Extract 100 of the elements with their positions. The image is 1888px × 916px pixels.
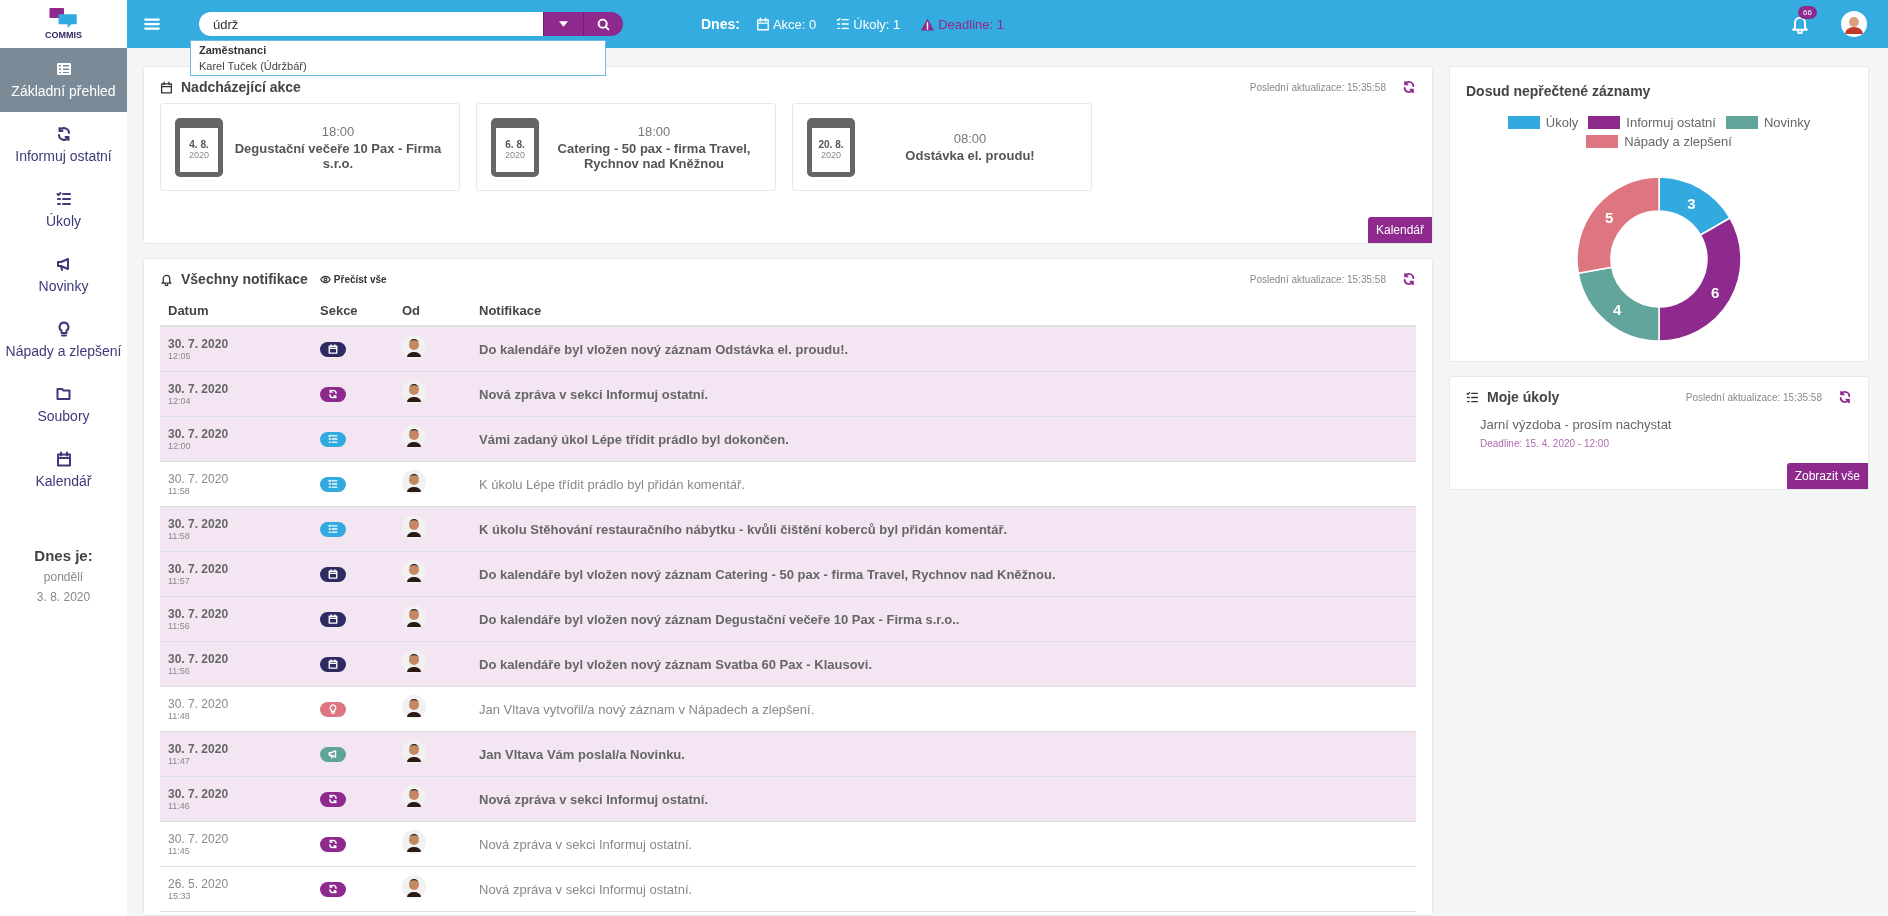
dropdown-button[interactable] <box>543 12 583 36</box>
slice-label: 4 <box>1613 300 1622 318</box>
search-field[interactable]: údrž <box>199 12 543 36</box>
sidebar-item[interactable]: Novinky <box>0 243 127 307</box>
notification-text: K úkolu Stěhování restauračního nábytku - kvůli čištění koberců byl přidán komentář. <box>479 521 1009 537</box>
read-all-button[interactable]: Přečíst vše <box>315 273 387 285</box>
sidebar-label: Úkoly <box>46 213 81 229</box>
event-title: Catering - 50 pax - firma Travel, Rychnov nad Kněžnou <box>556 140 752 171</box>
search-button[interactable] <box>583 12 623 36</box>
time-cell-text: 11:56 <box>168 621 191 631</box>
last-update-text: Poslední aktualizace: 15:35:58 <box>1249 81 1386 93</box>
notification-row[interactable]: 30. 7. 2020 12:00 Vámi zadaný úkol Lépe třídit prádlo byl dokončen. <box>160 417 1416 462</box>
bell-icon <box>160 272 173 286</box>
checklist-icon <box>328 524 338 534</box>
notification-row[interactable]: 30. 7. 2020 11:58 K úkolu Stěhování restauračního nábytku - kvůli čištění koberců byl přidán komentář. <box>160 507 1416 552</box>
refresh-icon[interactable] <box>1402 272 1416 286</box>
checklist-icon <box>55 191 72 207</box>
calendar-icon <box>160 80 173 94</box>
notification-row[interactable]: 30. 7. 2020 11:56 Do kalendáře byl vložen nový záznam Svatba 60 Pax - Klausovi. <box>160 642 1416 687</box>
time-cell-text: 15:33 <box>168 891 192 901</box>
sidebar-label: Kalendář <box>35 473 92 489</box>
notification-text: Nová zpráva v sekci Informuj ostatní. <box>479 881 694 897</box>
time-cell-text: 11:47 <box>168 756 191 766</box>
notification-row[interactable]: 30. 7. 2020 11:46 Nová zpráva v sekci Informuj ostatní. <box>160 777 1416 822</box>
menu-icon[interactable] <box>143 15 161 33</box>
event-year: 2020 <box>505 150 525 160</box>
notification-text: Do kalendáře byl vložen nový záznam Degustační večeře 10 Pax - Firma s.r.o.. <box>479 611 961 627</box>
column-header: Sekce <box>320 302 359 318</box>
notification-row[interactable]: 30. 7. 2020 12:04 Nová zpráva v sekci Informuj ostatní. <box>160 372 1416 417</box>
date-cell-text: 30. 7. 2020 <box>168 562 230 576</box>
card-title: Dosud nepřečtené záznamy <box>1466 83 1652 99</box>
stat-text[interactable]: Deadline: 1 <box>938 16 1004 32</box>
column-header: Od <box>402 302 422 318</box>
stat-text[interactable]: Úkoly: 1 <box>853 16 901 32</box>
show-all-button[interactable]: Zobrazit vše <box>1786 463 1868 489</box>
last-update-text: Poslední aktualizace: 15:35:58 <box>1685 391 1822 403</box>
refresh-icon <box>328 884 338 894</box>
avatar-icon <box>402 695 426 719</box>
event-year: 2020 <box>821 150 841 160</box>
sidebar-item[interactable]: Informuj ostatní <box>0 113 127 177</box>
sidebar-item[interactable]: Nápady a zlepšení <box>0 308 127 372</box>
calendar-button[interactable]: Kalendář <box>1367 217 1432 243</box>
bell-icon[interactable] <box>1790 14 1810 34</box>
search-icon <box>597 17 610 31</box>
folder-icon <box>55 386 72 402</box>
notification-text: Vámi zadaný úkol Lépe třídit prádlo byl dokončen. <box>479 431 790 447</box>
event-card[interactable]: 4. 8. 2020 18:00 Degustační večeře 10 Pax - Firma s.r.o. <box>160 103 460 191</box>
sidebar-item[interactable]: Kalendář <box>0 438 127 502</box>
time-cell-text: 12:04 <box>168 396 192 406</box>
refresh-icon <box>328 794 338 804</box>
event-card[interactable]: 20. 8. 2020 08:00 Odstávka el. proudu! <box>792 103 1092 191</box>
notification-row[interactable]: 26. 5. 2020 15:33 Nová zpráva v sekci Informuj ostatní. <box>160 867 1416 912</box>
task-title[interactable]: Jarní výzdoba - prosím nachystat <box>1480 417 1838 432</box>
checklist-icon <box>836 17 851 31</box>
notification-row[interactable]: 30. 7. 2020 11:45 Nová zpráva v sekci Informuj ostatní. <box>160 822 1416 867</box>
slice-label: 3 <box>1687 194 1696 212</box>
avatar-icon <box>402 335 426 359</box>
task-deadline: Deadline: 15. 4. 2020 - 12:00 <box>1480 438 1610 449</box>
time-cell-text: 12:05 <box>168 351 192 361</box>
warning-icon <box>920 16 936 32</box>
notification-row[interactable]: 30. 7. 2020 11:47 Jan Vltava Vám poslal/a Novinku. <box>160 732 1416 777</box>
caret-icon <box>559 21 568 27</box>
notification-text: Nová zpráva v sekci Informuj ostatní. <box>479 791 710 807</box>
sidebar-item[interactable]: Základní přehled <box>0 48 127 112</box>
avatar-icon <box>402 380 426 404</box>
legend-swatch <box>1586 135 1619 148</box>
refresh-icon[interactable] <box>1838 390 1852 404</box>
sidebar-label: Soubory <box>37 408 90 424</box>
avatar-icon <box>402 785 426 809</box>
avatar-icon <box>402 470 426 494</box>
sidebar-item[interactable]: Soubory <box>0 373 127 437</box>
event-day: 6. 8. <box>505 139 525 150</box>
date-cell-text: 30. 7. 2020 <box>168 697 230 711</box>
refresh-icon[interactable] <box>1402 80 1416 94</box>
megaphone-icon <box>328 749 338 759</box>
megaphone-icon <box>55 256 72 272</box>
avatar-icon <box>402 605 426 629</box>
legend-swatch <box>1588 116 1621 129</box>
notification-badge: 66 <box>1798 6 1817 19</box>
sidebar-item[interactable]: Úkoly <box>0 178 127 242</box>
avatar-icon[interactable] <box>1840 10 1868 38</box>
dropdown-item[interactable]: Karel Tuček (Údržbář) <box>199 60 597 72</box>
avatar-icon <box>402 650 426 674</box>
date-cell-text: 30. 7. 2020 <box>168 742 230 756</box>
table-icon <box>55 61 72 77</box>
notification-text: Do kalendáře byl vložen nový záznam Odstávka el. proudu!. <box>479 341 850 357</box>
notification-row[interactable]: 30. 7. 2020 11:57 Do kalendáře byl vložen nový záznam Catering - 50 pax - firma Travel, Rychnov nad Kněžnou. <box>160 552 1416 597</box>
legend-label: Nápady a zlepšení <box>1624 134 1732 149</box>
time-cell-text: 11:46 <box>168 801 191 811</box>
today-label: Dnes: <box>701 16 740 32</box>
notification-row[interactable]: 30. 7. 2020 11:56 Do kalendáře byl vložen nový záznam Degustační večeře 10 Pax - Firma s.r.o.. <box>160 597 1416 642</box>
event-card[interactable]: 6. 8. 2020 18:00 Catering - 50 pax - firma Travel, Rychnov nad Kněžnou <box>476 103 776 191</box>
date-cell-text: 30. 7. 2020 <box>168 517 230 531</box>
notification-row[interactable]: 30. 7. 2020 12:05 Do kalendáře byl vložen nový záznam Odstávka el. proudu!. <box>160 327 1416 372</box>
eye-icon <box>319 273 331 285</box>
card-title: Nadcházející akce <box>181 79 301 95</box>
checklist-icon <box>328 479 338 489</box>
notification-text: Nová zpráva v sekci Informuj ostatní. <box>479 836 694 852</box>
date-cell-text: 30. 7. 2020 <box>168 382 230 396</box>
stat-text[interactable]: Akce: 0 <box>772 16 817 32</box>
